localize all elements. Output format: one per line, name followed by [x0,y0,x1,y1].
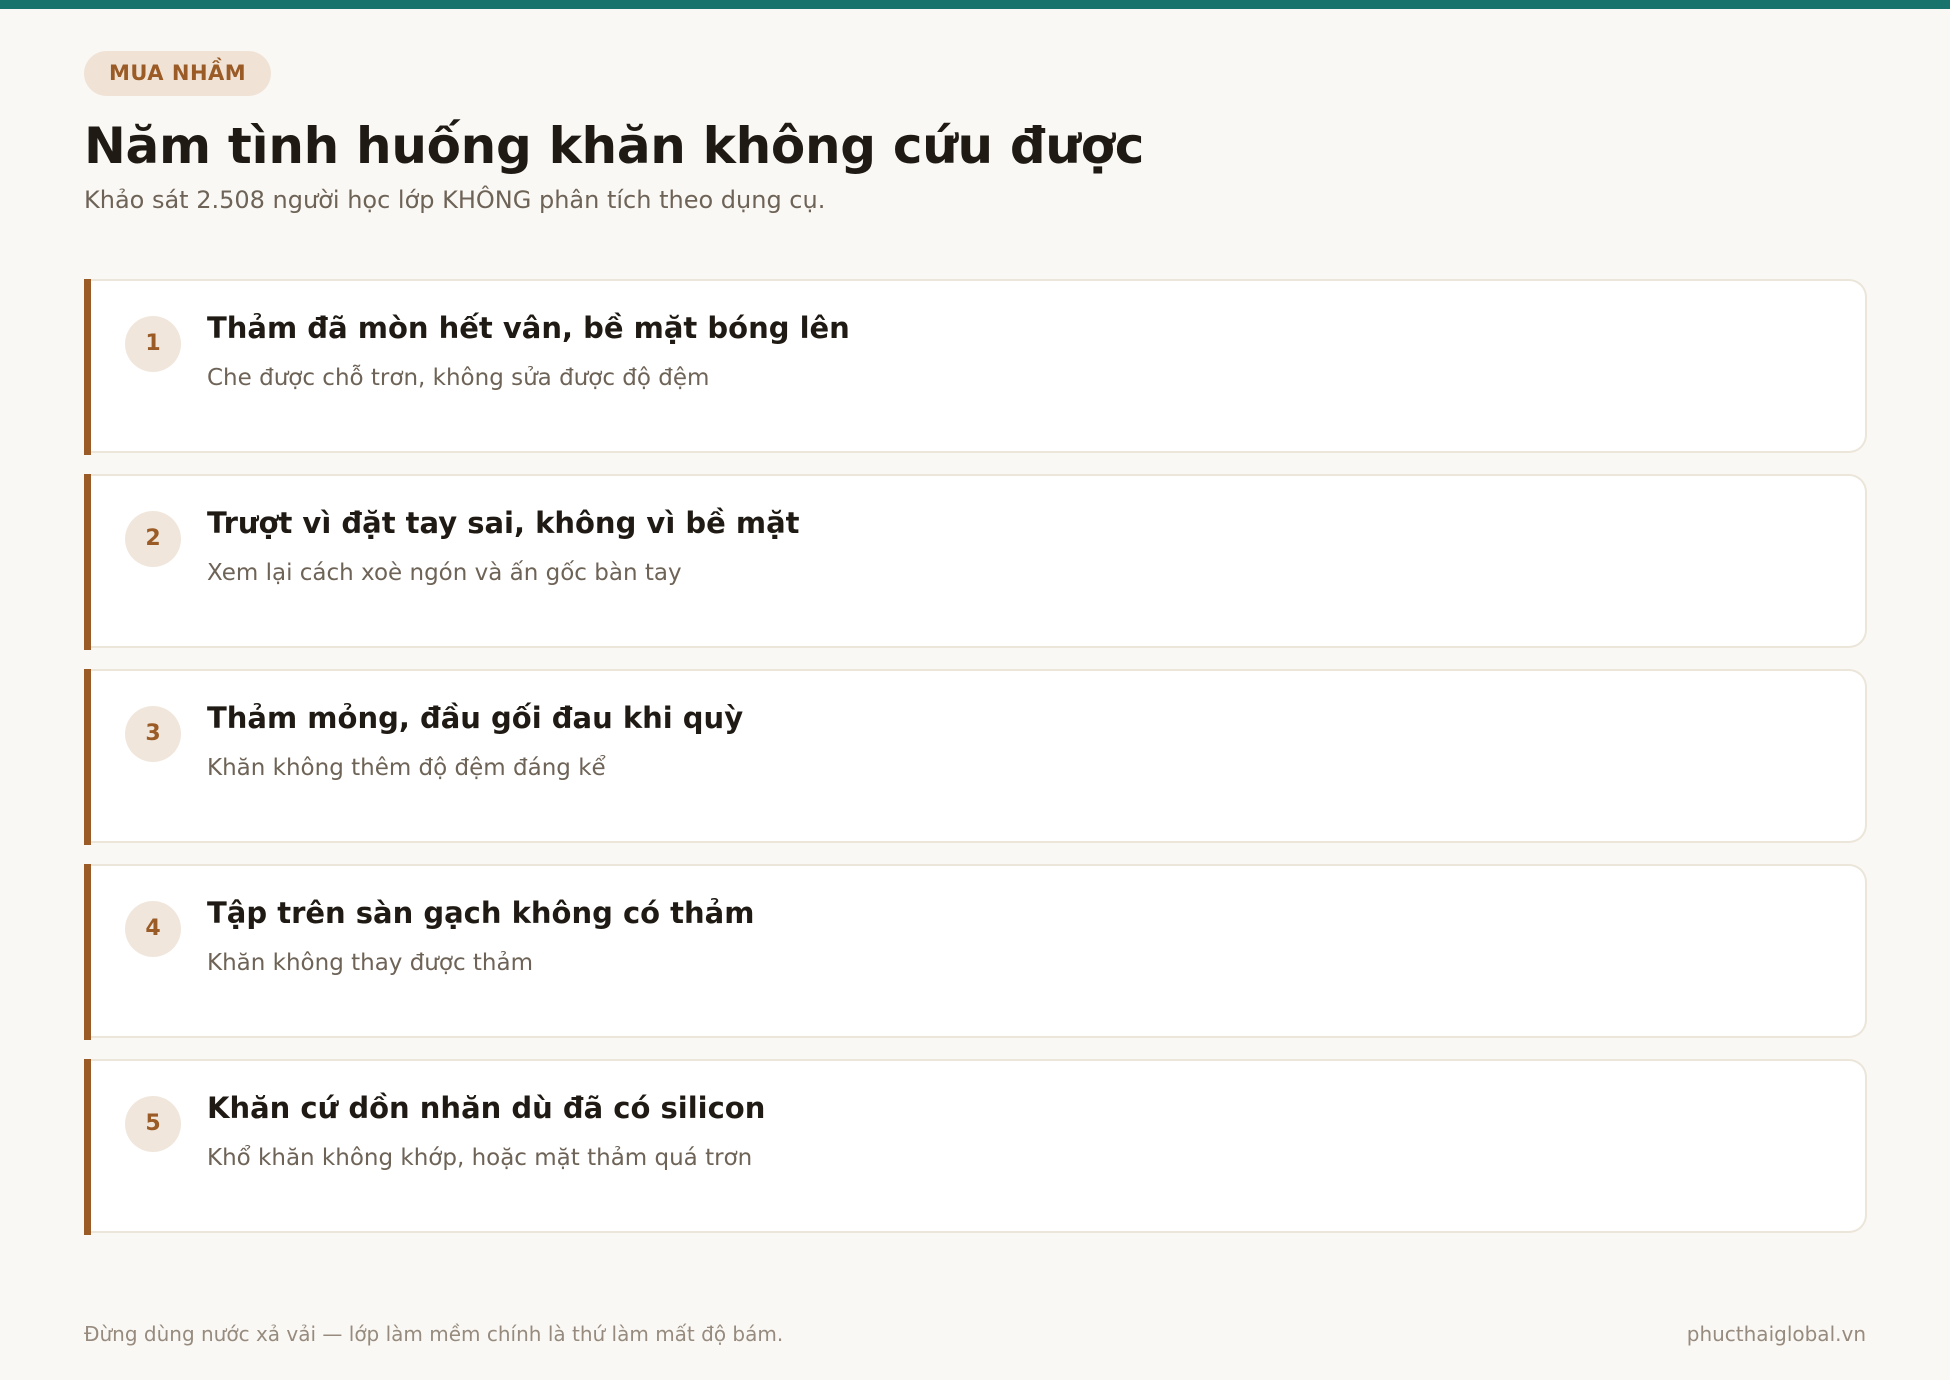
card-description: Che được chỗ trơn, không sửa được độ đệm [207,365,710,391]
page-title: Năm tình huống khăn không cứu được [84,117,1145,175]
page-header: MUA NHẦM Năm tình huống khăn không cứu đ… [84,51,1866,216]
card-description: Khổ khăn không khớp, hoặc mặt thảm quá t… [207,1145,753,1171]
situation-card: 3 Thảm mỏng, đầu gối đau khi quỳ Khăn kh… [84,669,1867,845]
card-number-badge: 3 [125,706,181,762]
footer-note: Đừng dùng nước xả vải — lớp làm mềm chín… [84,1322,784,1346]
situation-card: 1 Thảm đã mòn hết vân, bề mặt bóng lên C… [84,279,1867,455]
card-number-badge: 4 [125,901,181,957]
card-number-badge: 1 [125,316,181,372]
situation-card: 4 Tập trên sàn gạch không có thảm Khăn k… [84,864,1867,1040]
category-badge: MUA NHẦM [84,51,272,96]
card-title: Khăn cứ dồn nhăn dù đã có silicon [207,1091,766,1125]
card-accent-bar [84,864,91,1040]
card-accent-bar [84,669,91,845]
card-accent-bar [84,474,91,650]
page-subtitle: Khảo sát 2.508 người học lớp KHÔNG phân … [84,186,826,214]
card-number-badge: 2 [125,511,181,567]
card-number-badge: 5 [125,1096,181,1152]
card-title: Thảm mỏng, đầu gối đau khi quỳ [207,701,744,735]
situation-list: 1 Thảm đã mòn hết vân, bề mặt bóng lên C… [84,279,1867,1254]
situation-card: 5 Khăn cứ dồn nhăn dù đã có silicon Khổ … [84,1059,1867,1235]
card-title: Tập trên sàn gạch không có thảm [207,896,755,930]
card-accent-bar [84,1059,91,1235]
card-description: Khăn không thay được thảm [207,950,534,976]
card-description: Khăn không thêm độ đệm đáng kể [207,755,606,781]
top-accent-bar [0,0,1950,9]
footer-website: phucthaiglobal.vn [1686,1322,1866,1346]
card-title: Trượt vì đặt tay sai, không vì bề mặt [207,506,800,540]
situation-card: 2 Trượt vì đặt tay sai, không vì bề mặt … [84,474,1867,650]
card-title: Thảm đã mòn hết vân, bề mặt bóng lên [207,311,850,345]
card-accent-bar [84,279,91,455]
card-description: Xem lại cách xoè ngón và ấn gốc bàn tay [207,560,682,586]
